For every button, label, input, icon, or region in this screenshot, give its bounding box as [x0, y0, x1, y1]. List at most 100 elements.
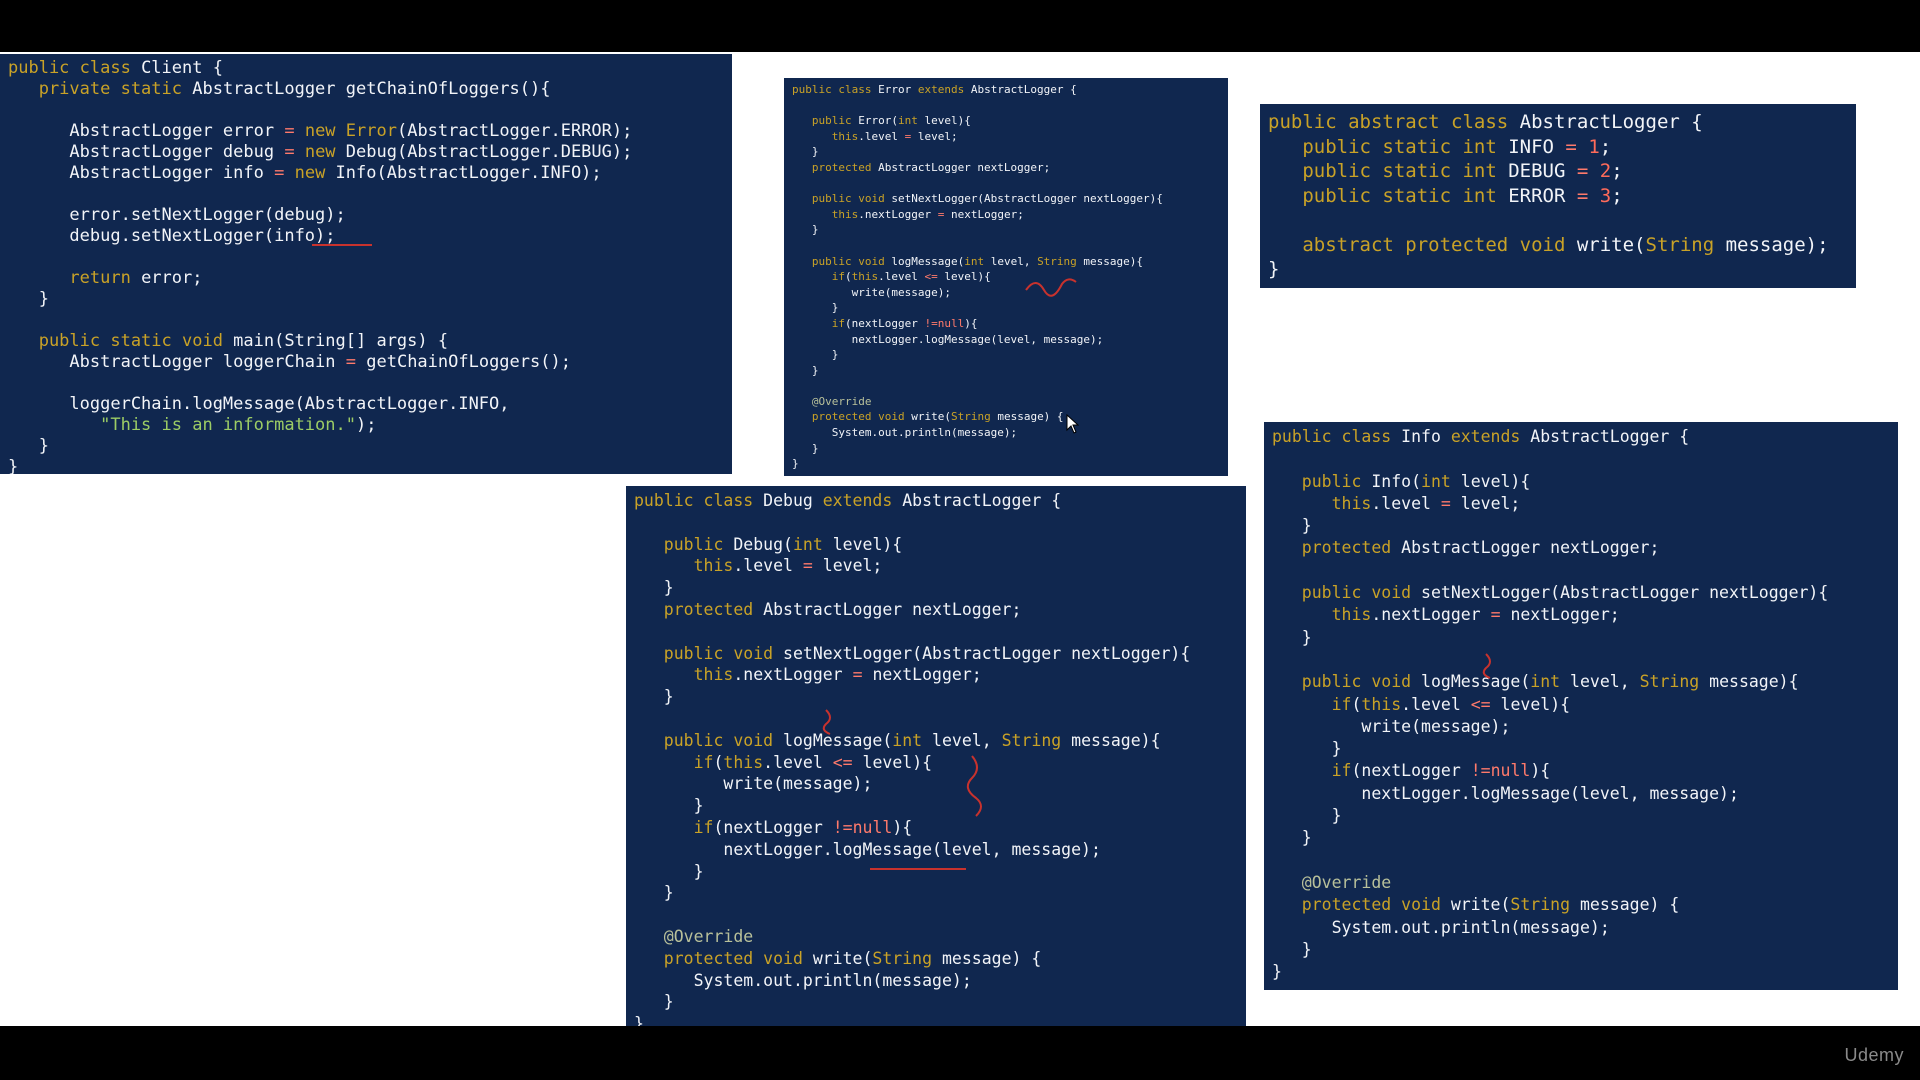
code-line: } — [634, 795, 1238, 817]
code-token: = — [904, 129, 918, 143]
code-token: AbstractLogger nextLogger; — [878, 160, 1051, 174]
code-line: } — [1272, 738, 1890, 760]
code-line: if(nextLogger !=null){ — [792, 316, 1220, 332]
code-token: nextLogger.logMessage(level, message); — [792, 332, 1104, 346]
code-line: } — [792, 222, 1220, 238]
code-token: !=null — [832, 817, 893, 837]
code-token: ( — [844, 270, 852, 284]
code-token: } — [634, 883, 674, 903]
code-token: = — [1576, 160, 1600, 182]
code-token: protected void — [792, 410, 912, 424]
code-token: AbstractLogger { — [902, 491, 1062, 510]
code-line: if(this.level <= level){ — [792, 269, 1220, 285]
code-panel-debug: public class Debug extends AbstractLogge… — [626, 486, 1246, 1026]
code-token: logMessage( — [1421, 672, 1531, 692]
code-token: this — [634, 556, 734, 576]
code-token: String — [1037, 254, 1084, 268]
code-line: AbstractLogger loggerChain = getChainOfL… — [8, 352, 724, 373]
code-token: level){ — [862, 752, 933, 772]
code-token: loggerChain.logMessage(AbstractLogger.IN… — [8, 394, 510, 414]
code-line: AbstractLogger error = new Error(Abstrac… — [8, 121, 724, 142]
code-token: write(message); — [634, 774, 873, 794]
code-token: protected — [1272, 538, 1402, 558]
code-token: ); — [356, 415, 377, 435]
code-token: setNextLogger(AbstractLogger nextLogger)… — [1421, 583, 1829, 603]
code-token: ){ — [964, 316, 978, 330]
bottom-letterbox-bar: Udemy — [0, 1026, 1920, 1080]
code-token: new — [304, 121, 346, 141]
code-token: .level — [1371, 493, 1441, 513]
code-line: } — [634, 1013, 1238, 1026]
code-line: return error; — [8, 268, 724, 289]
code-line: } — [634, 991, 1238, 1013]
code-line: } — [634, 882, 1238, 904]
code-token: } — [1272, 516, 1312, 536]
code-token: public abstract class — [1268, 111, 1520, 133]
red-scribble-mark — [822, 709, 831, 735]
code-line: public void logMessage(int level, String… — [634, 730, 1238, 752]
code-line: } — [792, 144, 1220, 160]
code-line: } — [792, 441, 1220, 457]
code-line: AbstractLogger info = new Info(AbstractL… — [8, 163, 724, 184]
code-token: Debug(AbstractLogger.DEBUG); — [345, 142, 633, 162]
code-token: setNextLogger(AbstractLogger nextLogger)… — [891, 192, 1163, 206]
code-line: } — [792, 363, 1220, 379]
code-token: nextLogger; — [1510, 605, 1620, 625]
code-token: String — [950, 410, 998, 424]
code-token: nextLogger.logMessage(level, message); — [1272, 783, 1739, 803]
code-token: int — [892, 730, 933, 750]
code-line: } — [792, 456, 1220, 472]
code-line: public Debug(int level){ — [634, 534, 1238, 556]
code-token: nextLogger; — [872, 665, 982, 685]
code-token: (nextLogger — [1351, 761, 1471, 781]
code-token: this — [723, 752, 764, 772]
code-panel-client: public class Client { private static Abs… — [0, 54, 732, 474]
code-line: public abstract class AbstractLogger { — [1268, 110, 1848, 135]
code-token: message) { — [1579, 895, 1680, 915]
code-token: ; — [1599, 135, 1612, 158]
code-token: } — [634, 578, 674, 598]
code-token: } — [1272, 962, 1282, 982]
code-token: } — [792, 441, 819, 455]
code-line: public void logMessage(int level, String… — [1272, 671, 1890, 693]
code-token: this — [851, 270, 879, 284]
code-token: = — [937, 207, 951, 221]
code-token: public static void — [8, 331, 234, 351]
code-token: public void — [1272, 583, 1422, 603]
code-token: level; — [1460, 493, 1521, 513]
code-token: = — [802, 556, 823, 576]
code-line: abstract protected void write(String mes… — [1268, 233, 1848, 258]
code-token: .level — [878, 270, 925, 284]
udemy-watermark: Udemy — [1844, 1045, 1904, 1065]
code-token: level){ — [1460, 471, 1531, 491]
code-token: if — [792, 270, 845, 284]
code-line: } — [1272, 805, 1890, 827]
code-token: .level — [733, 556, 803, 576]
code-token: level){ — [1500, 694, 1571, 714]
code-token: int — [1530, 672, 1571, 692]
code-token: message){ — [1083, 254, 1144, 268]
code-token: AbstractLogger getChainOfLoggers(){ — [192, 79, 551, 99]
code-token: AbstractLogger { — [1530, 427, 1690, 446]
code-panel-error: public class Error extends AbstractLogge… — [784, 78, 1228, 476]
code-token: .nextLogger — [1371, 605, 1491, 625]
code-token: } — [634, 687, 674, 707]
code-token: this — [634, 665, 734, 685]
code-token: new — [304, 142, 346, 162]
code-line: @Override — [1272, 872, 1890, 894]
code-token: public void — [634, 643, 784, 663]
code-token: = — [852, 665, 873, 685]
code-token: AbstractLogger nextLogger; — [763, 599, 1022, 619]
red-underline-mark — [312, 244, 372, 246]
code-token: if — [634, 817, 714, 837]
code-line: protected void write(String message) { — [634, 948, 1238, 970]
code-token: public static int — [1268, 135, 1509, 158]
